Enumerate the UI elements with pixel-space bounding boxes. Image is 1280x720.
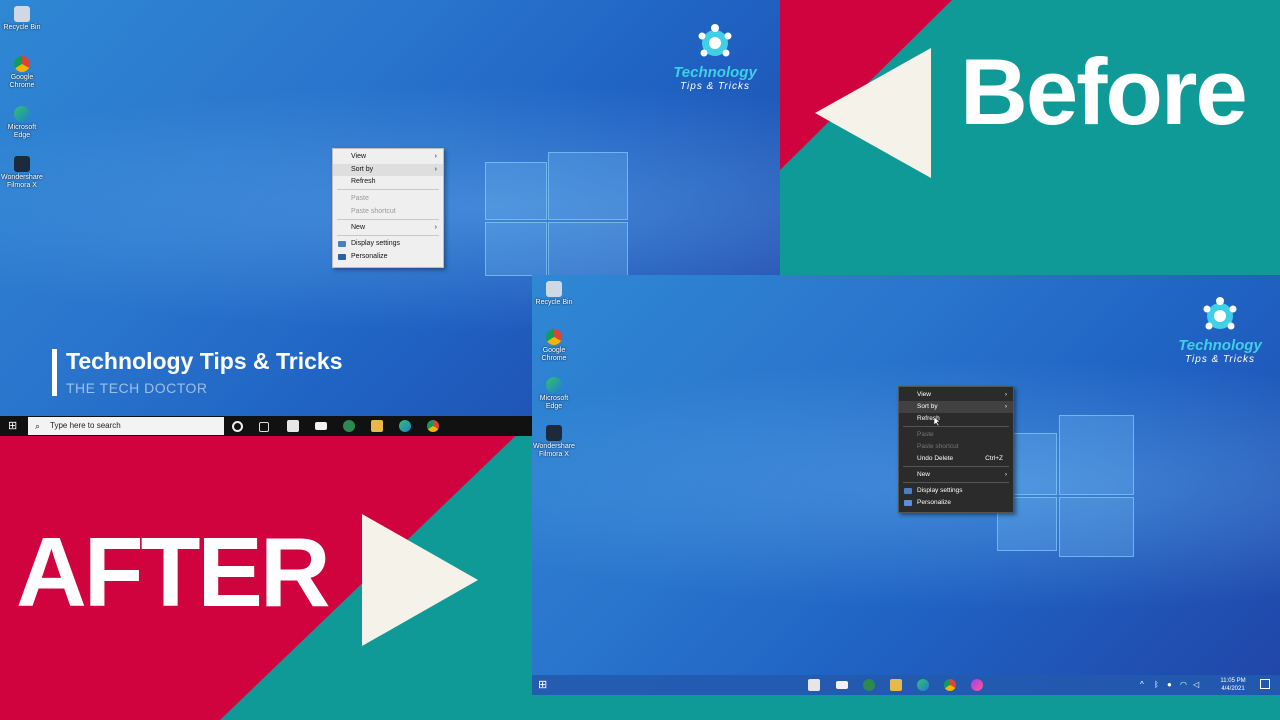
tray-overflow-chevron-icon[interactable]: ^ <box>1140 680 1144 689</box>
display-icon <box>904 488 912 494</box>
personalize-icon <box>338 254 346 260</box>
desktop-icon-filmora[interactable]: Wondershare Filmora X <box>532 425 576 459</box>
menu-item-display-settings[interactable]: Display settings <box>899 485 1013 497</box>
logo-mark-icon <box>1203 297 1237 330</box>
volume-icon[interactable]: ◁ <box>1193 680 1199 689</box>
before-taskbar: ⊞ ⌕ Type here to search <box>0 416 532 436</box>
before-label: Before <box>960 39 1248 144</box>
chevron-right-icon: › <box>434 153 437 160</box>
menu-item-view[interactable]: View › <box>899 389 1013 401</box>
after-arrow-right-icon <box>362 514 478 646</box>
taskbar-search-box[interactable]: ⌕ Type here to search <box>28 417 224 435</box>
menu-separator <box>903 482 1009 483</box>
chevron-right-icon: › <box>1004 391 1007 398</box>
caption-title: Technology Tips & Tricks <box>66 348 343 374</box>
menu-item-undo-delete[interactable]: Undo Delete Ctrl+Z <box>899 453 1013 465</box>
brand-logo-top: Technology Tips & Tricks <box>660 22 770 93</box>
camtasia-icon[interactable] <box>343 420 355 432</box>
chevron-right-icon: › <box>434 166 437 173</box>
brand-logo-bottom: Technology Tips & Tricks <box>1165 295 1275 366</box>
after-label: AFTER <box>16 517 331 627</box>
recycle-bin-icon <box>14 6 30 22</box>
menu-separator <box>337 235 439 236</box>
microphone-icon[interactable]: ● <box>1167 680 1172 689</box>
caption-subtitle: THE TECH DOCTOR <box>66 380 208 396</box>
file-explorer-icon[interactable] <box>890 679 902 691</box>
after-context-menu: View › Sort by › Refresh Paste Paste short… <box>898 386 1014 513</box>
menu-item-view[interactable]: View › <box>333 151 443 163</box>
edge-icon[interactable] <box>917 679 929 691</box>
before-context-menu: View › Sort by › Refresh Paste Paste short… <box>332 148 444 268</box>
chrome-icon <box>546 329 562 345</box>
menu-item-sort-by[interactable]: Sort by › <box>899 401 1013 413</box>
desktop-icon-chrome[interactable]: Google Chrome <box>532 329 576 363</box>
menu-item-personalize[interactable]: Personalize <box>333 251 443 263</box>
menu-item-sort-by[interactable]: Sort by › <box>333 164 443 176</box>
camtasia-icon[interactable] <box>863 679 875 691</box>
network-icon[interactable]: ◠ <box>1180 680 1187 689</box>
notifications-icon[interactable] <box>1260 679 1270 689</box>
menu-separator <box>903 466 1009 467</box>
menu-item-display-settings[interactable]: Display settings <box>333 238 443 250</box>
menu-item-paste-shortcut: Paste shortcut <box>351 208 396 215</box>
after-desktop-screenshot: Recycle Bin Google Chrome Microsoft Edge… <box>532 275 1280 695</box>
desktop-icon-recycle-bin[interactable]: Recycle Bin <box>0 6 44 32</box>
chrome-icon[interactable] <box>427 420 439 432</box>
desktop-icon-filmora[interactable]: Wondershare Filmora X <box>0 156 44 190</box>
before-arrow-left-icon <box>815 48 931 178</box>
mail-icon[interactable] <box>836 681 848 689</box>
mouse-cursor-icon <box>934 417 940 426</box>
edge-icon[interactable] <box>399 420 411 432</box>
menu-item-paste: Paste <box>917 431 934 438</box>
menu-item-refresh[interactable]: Refresh <box>333 176 443 188</box>
windows-start-icon[interactable]: ⊞ <box>538 679 550 691</box>
chrome-icon[interactable] <box>944 679 956 691</box>
menu-item-personalize[interactable]: Personalize <box>899 497 1013 509</box>
edge-icon <box>546 377 562 393</box>
edge-icon <box>14 106 30 122</box>
file-explorer-icon[interactable] <box>371 420 383 432</box>
windows-start-icon[interactable]: ⊞ <box>8 420 20 432</box>
desktop-icon-edge[interactable]: Microsoft Edge <box>0 106 44 140</box>
desktop-icon-recycle-bin[interactable]: Recycle Bin <box>532 281 576 307</box>
menu-item-paste-shortcut: Paste shortcut <box>917 443 959 450</box>
menu-item-paste: Paste <box>351 195 369 202</box>
personalize-icon <box>904 500 912 506</box>
chevron-right-icon: › <box>1004 471 1007 478</box>
task-view-icon[interactable] <box>259 422 269 432</box>
display-icon <box>338 241 346 247</box>
bluetooth-icon[interactable]: ᛒ <box>1154 680 1159 689</box>
menu-item-refresh[interactable]: Refresh <box>899 413 1013 425</box>
caption-accent-bar <box>52 349 57 396</box>
menu-item-new[interactable]: New › <box>899 469 1013 481</box>
chevron-right-icon: › <box>434 224 437 231</box>
windows-logo-wallpaper <box>485 148 628 276</box>
store-icon[interactable] <box>808 679 820 691</box>
menu-item-new[interactable]: New › <box>333 222 443 234</box>
menu-separator <box>337 219 439 220</box>
tray-clock[interactable]: 11:05 PM 4/4/2021 <box>1216 677 1250 693</box>
chevron-right-icon: › <box>1004 403 1007 410</box>
filmora-icon <box>546 425 562 441</box>
desktop-icon-edge[interactable]: Microsoft Edge <box>532 377 576 411</box>
recycle-bin-icon <box>546 281 562 297</box>
cortana-icon[interactable] <box>232 421 243 432</box>
menu-separator <box>337 189 439 190</box>
chrome-icon <box>14 56 30 72</box>
messenger-icon[interactable] <box>971 679 983 691</box>
store-icon[interactable] <box>287 420 299 432</box>
filmora-icon <box>14 156 30 172</box>
logo-mark-icon <box>698 24 732 57</box>
desktop-icon-chrome[interactable]: Google Chrome <box>0 56 44 90</box>
windows-logo-wallpaper <box>997 415 1134 557</box>
search-icon: ⌕ <box>35 421 41 431</box>
after-taskbar: ⊞ ^ ᛒ ● ◠ ◁ 11:05 PM 4/4/2021 <box>532 675 1280 695</box>
menu-separator <box>903 426 1009 427</box>
mail-icon[interactable] <box>315 422 327 430</box>
